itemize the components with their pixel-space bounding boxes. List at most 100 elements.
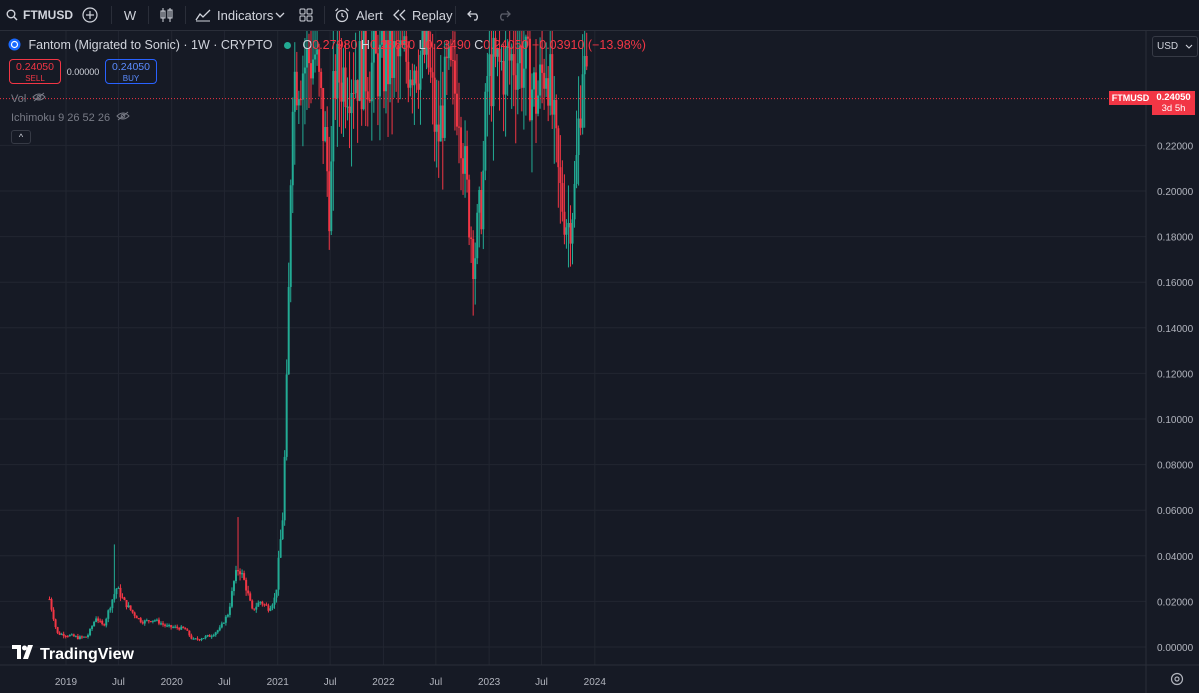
- legend-change: −0.03910 (−13.98%): [531, 38, 646, 52]
- candle-body: [80, 636, 83, 638]
- candle-body: [303, 67, 306, 74]
- candle-body: [439, 105, 442, 142]
- candle-body: [291, 111, 294, 186]
- eye-off-icon[interactable]: [32, 92, 47, 105]
- candle-body: [330, 161, 333, 232]
- candle-body: [176, 626, 179, 628]
- candle-body: [143, 620, 146, 624]
- candle-body: [549, 54, 552, 106]
- settings-gear-icon[interactable]: [1170, 672, 1184, 686]
- currency-selector[interactable]: USD: [1152, 36, 1198, 57]
- candle-body: [78, 636, 81, 640]
- candle-body: [407, 61, 410, 88]
- legend-high-key: H: [360, 38, 370, 52]
- volume-indicator-row[interactable]: Vol: [11, 92, 47, 105]
- legend-title: Fantom (Migrated to Sonic) · 1W · CRYPTO: [28, 38, 273, 52]
- candle-body: [68, 634, 71, 637]
- candle-body: [60, 633, 63, 635]
- candle-body: [314, 54, 317, 60]
- candle-body: [70, 634, 73, 636]
- legend-low-key: L: [418, 38, 426, 52]
- time-axis[interactable]: 2019 Jul 2020 Jul 2021 Jul 2022 Jul 2023 Jul 2024: [55, 677, 606, 688]
- ichimoku-indicator-row[interactable]: Ichimoku 9 26 52 26: [11, 111, 130, 124]
- candle-body: [127, 605, 130, 608]
- buy-button[interactable]: 0.24050 BUY: [105, 59, 157, 84]
- chevron-down-icon: [275, 12, 285, 18]
- candle-body: [145, 620, 148, 622]
- chart-type-button[interactable]: [152, 0, 182, 31]
- candle-body: [257, 602, 260, 607]
- candle-body: [155, 619, 158, 621]
- plus-circle-icon: [82, 7, 98, 23]
- eye-off-icon[interactable]: [116, 111, 130, 124]
- candle-body: [210, 636, 213, 638]
- undo-button[interactable]: [459, 0, 489, 31]
- interval-label: W: [123, 7, 137, 23]
- candle-body: [224, 616, 227, 623]
- candle-body: [228, 606, 231, 615]
- toolbar-divider: [324, 6, 325, 24]
- compare-symbol-button[interactable]: [72, 0, 108, 31]
- candle-body: [253, 608, 256, 610]
- price-axis[interactable]: 0.00000 0.02000 0.04000 0.06000 0.08000 0.100…: [1157, 141, 1194, 654]
- candle-body: [273, 597, 276, 605]
- indicators-dropdown[interactable]: [269, 0, 291, 31]
- toolbar-divider: [455, 6, 456, 24]
- candle-body: [326, 126, 329, 172]
- candle-body: [162, 623, 165, 625]
- candle-body: [522, 68, 525, 88]
- alert-button[interactable]: Alert: [328, 0, 386, 31]
- candle-body: [119, 587, 122, 598]
- candlestick-icon: [159, 7, 175, 23]
- candle-body: [474, 258, 477, 280]
- toolbar-divider: [148, 6, 149, 24]
- candle-body: [543, 72, 546, 89]
- candle-body: [66, 636, 69, 638]
- last-price-value: 0.24050: [1156, 92, 1191, 103]
- interval-button[interactable]: W: [115, 0, 145, 31]
- candle-body: [419, 54, 422, 90]
- candle-body: [190, 635, 193, 639]
- candle-body: [64, 636, 67, 638]
- candle-body: [251, 600, 254, 609]
- candle-body: [516, 63, 519, 90]
- candle-body: [409, 79, 412, 88]
- tradingview-logo[interactable]: TradingView: [12, 645, 134, 664]
- price-tick-label: 0.10000: [1157, 415, 1194, 426]
- layouts-button[interactable]: [291, 0, 321, 31]
- candle-body: [243, 573, 246, 580]
- candle-body: [295, 71, 298, 106]
- replay-button[interactable]: Replay: [386, 0, 452, 31]
- candle-body: [553, 100, 556, 115]
- symbol-search-button[interactable]: FTMUSD: [0, 0, 73, 31]
- sell-button[interactable]: 0.24050 SELL: [9, 59, 61, 84]
- candle-body: [510, 54, 513, 61]
- collapse-legend-button[interactable]: ^: [11, 130, 31, 144]
- candle-body: [332, 71, 335, 162]
- candle-body: [125, 600, 128, 608]
- candle-body: [322, 87, 325, 141]
- candle-body: [269, 608, 272, 611]
- candle-body: [117, 587, 120, 589]
- candle-body: [247, 590, 250, 594]
- candle-body: [466, 146, 469, 180]
- candle-body: [196, 638, 199, 640]
- candle-body: [557, 128, 560, 168]
- candle-body: [500, 61, 503, 63]
- candle-body: [502, 61, 505, 95]
- candle-body: [283, 456, 286, 521]
- buy-price: 0.24050: [112, 61, 150, 73]
- indicators-button[interactable]: Indicators: [189, 0, 273, 31]
- candle-body: [159, 623, 162, 625]
- indicators-icon: [195, 8, 211, 22]
- chevron-down-icon: [1185, 41, 1193, 52]
- candle-body: [153, 620, 156, 622]
- candle-body: [194, 638, 197, 640]
- redo-button[interactable]: [489, 0, 519, 31]
- candle-body: [97, 618, 100, 621]
- last-price-tag: 0.24050 3d 5h: [1152, 91, 1195, 115]
- indicators-label: Indicators: [217, 7, 274, 23]
- price-chart[interactable]: 0.00000 0.02000 0.04000 0.06000 0.08000 0.100…: [0, 31, 1199, 693]
- currency-label: USD: [1157, 41, 1179, 52]
- candle-body: [346, 106, 349, 108]
